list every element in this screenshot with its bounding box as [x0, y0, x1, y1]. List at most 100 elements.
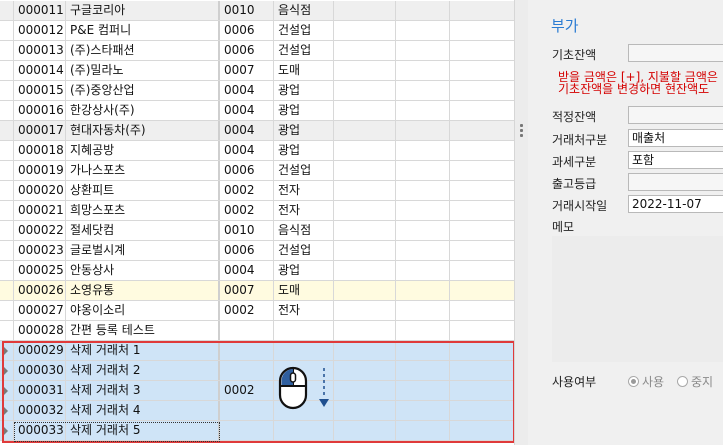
- row-indicator[interactable]: [0, 221, 14, 240]
- industry-code-cell[interactable]: 0004: [220, 121, 274, 140]
- customer-name-cell[interactable]: 간편 등록 테스트: [66, 321, 220, 340]
- empty-cell[interactable]: [450, 41, 514, 60]
- empty-cell[interactable]: [334, 281, 396, 300]
- customer-code-cell[interactable]: 000013: [14, 41, 66, 60]
- empty-cell[interactable]: [450, 61, 514, 80]
- empty-cell[interactable]: [396, 21, 450, 40]
- empty-cell[interactable]: [450, 161, 514, 180]
- ship-grade-select[interactable]: [628, 173, 723, 191]
- table-row[interactable]: 000013 (주)스타패션 0006 건설업: [0, 41, 514, 61]
- empty-cell[interactable]: [334, 301, 396, 320]
- industry-code-cell[interactable]: [220, 321, 274, 340]
- empty-cell[interactable]: [334, 201, 396, 220]
- customer-name-cell[interactable]: 야옹이소리: [66, 301, 220, 320]
- industry-name-cell[interactable]: 전자: [274, 201, 334, 220]
- empty-cell[interactable]: [450, 241, 514, 260]
- empty-cell[interactable]: [450, 181, 514, 200]
- empty-cell[interactable]: [396, 121, 450, 140]
- industry-name-cell[interactable]: 광업: [274, 121, 334, 140]
- customer-name-cell[interactable]: 희망스포츠: [66, 201, 220, 220]
- industry-code-cell[interactable]: 0004: [220, 141, 274, 160]
- industry-name-cell[interactable]: 광업: [274, 261, 334, 280]
- row-indicator[interactable]: [0, 121, 14, 140]
- empty-cell[interactable]: [334, 21, 396, 40]
- table-row[interactable]: 000019 가나스포츠 0006 건설업: [0, 161, 514, 181]
- customer-name-cell[interactable]: (주)중앙산업: [66, 81, 220, 100]
- customer-code-cell[interactable]: 000027: [14, 301, 66, 320]
- empty-cell[interactable]: [450, 21, 514, 40]
- empty-cell[interactable]: [334, 161, 396, 180]
- industry-code-cell[interactable]: 0006: [220, 161, 274, 180]
- table-row[interactable]: 000015 (주)중앙산업 0004 광업: [0, 81, 514, 101]
- memo-textarea[interactable]: [552, 236, 723, 362]
- customer-code-cell[interactable]: 000016: [14, 101, 66, 120]
- customer-name-cell[interactable]: 안동상사: [66, 261, 220, 280]
- table-row[interactable]: 000022 절세닷컴 0010 음식점: [0, 221, 514, 241]
- industry-code-cell[interactable]: 0004: [220, 261, 274, 280]
- proper-balance-input[interactable]: [628, 106, 723, 124]
- industry-code-cell[interactable]: 0006: [220, 21, 274, 40]
- row-indicator[interactable]: [0, 181, 14, 200]
- empty-cell[interactable]: [396, 281, 450, 300]
- industry-code-cell[interactable]: 0010: [220, 1, 274, 20]
- table-row[interactable]: 000023 글로벌시계 0006 건설업: [0, 241, 514, 261]
- customer-code-cell[interactable]: 000022: [14, 221, 66, 240]
- empty-cell[interactable]: [334, 241, 396, 260]
- table-row[interactable]: 000026 소영유통 0007 도매: [0, 281, 514, 301]
- empty-cell[interactable]: [396, 81, 450, 100]
- customer-code-cell[interactable]: 000023: [14, 241, 66, 260]
- empty-cell[interactable]: [334, 41, 396, 60]
- empty-cell[interactable]: [450, 141, 514, 160]
- empty-cell[interactable]: [396, 321, 450, 340]
- industry-name-cell[interactable]: 광업: [274, 141, 334, 160]
- industry-code-cell[interactable]: 0002: [220, 181, 274, 200]
- industry-name-cell[interactable]: 도매: [274, 281, 334, 300]
- empty-cell[interactable]: [396, 141, 450, 160]
- industry-code-cell[interactable]: 0006: [220, 241, 274, 260]
- row-indicator[interactable]: [0, 161, 14, 180]
- customer-code-cell[interactable]: 000028: [14, 321, 66, 340]
- row-indicator[interactable]: [0, 201, 14, 220]
- table-row[interactable]: 000014 (주)밀라노 0007 도매: [0, 61, 514, 81]
- empty-cell[interactable]: [450, 221, 514, 240]
- empty-cell[interactable]: [450, 281, 514, 300]
- empty-cell[interactable]: [450, 301, 514, 320]
- table-row[interactable]: 000028 간편 등록 테스트: [0, 321, 514, 341]
- industry-code-cell[interactable]: 0004: [220, 81, 274, 100]
- row-indicator[interactable]: [0, 281, 14, 300]
- industry-code-cell[interactable]: 0010: [220, 221, 274, 240]
- industry-code-cell[interactable]: 0007: [220, 61, 274, 80]
- customer-code-cell[interactable]: 000025: [14, 261, 66, 280]
- empty-cell[interactable]: [450, 201, 514, 220]
- empty-cell[interactable]: [450, 121, 514, 140]
- customer-code-cell[interactable]: 000012: [14, 21, 66, 40]
- table-row[interactable]: 000017 현대자동차(주) 0004 광업: [0, 121, 514, 141]
- industry-name-cell[interactable]: 광업: [274, 81, 334, 100]
- trade-type-select[interactable]: 매출처: [628, 129, 723, 147]
- empty-cell[interactable]: [396, 201, 450, 220]
- customer-name-cell[interactable]: 구글코리아: [66, 1, 220, 20]
- industry-name-cell[interactable]: 건설업: [274, 21, 334, 40]
- customer-name-cell[interactable]: 상환피트: [66, 181, 220, 200]
- industry-code-cell[interactable]: 0002: [220, 301, 274, 320]
- empty-cell[interactable]: [396, 261, 450, 280]
- row-indicator[interactable]: [0, 1, 14, 20]
- industry-name-cell[interactable]: 건설업: [274, 41, 334, 60]
- table-row[interactable]: 000011 구글코리아 0010 음식점: [0, 1, 514, 21]
- empty-cell[interactable]: [334, 261, 396, 280]
- customer-code-cell[interactable]: 000015: [14, 81, 66, 100]
- empty-cell[interactable]: [334, 81, 396, 100]
- industry-code-cell[interactable]: 0007: [220, 281, 274, 300]
- industry-name-cell[interactable]: 건설업: [274, 161, 334, 180]
- row-indicator[interactable]: [0, 101, 14, 120]
- table-row[interactable]: 000025 안동상사 0004 광업: [0, 261, 514, 281]
- industry-name-cell[interactable]: 건설업: [274, 241, 334, 260]
- customer-name-cell[interactable]: 절세닷컴: [66, 221, 220, 240]
- industry-name-cell[interactable]: 전자: [274, 181, 334, 200]
- row-indicator[interactable]: [0, 301, 14, 320]
- customer-code-cell[interactable]: 000011: [14, 1, 66, 20]
- customer-code-cell[interactable]: 000021: [14, 201, 66, 220]
- customer-name-cell[interactable]: 지혜공방: [66, 141, 220, 160]
- table-row[interactable]: 000027 야옹이소리 0002 전자: [0, 301, 514, 321]
- panel-splitter[interactable]: [514, 0, 528, 445]
